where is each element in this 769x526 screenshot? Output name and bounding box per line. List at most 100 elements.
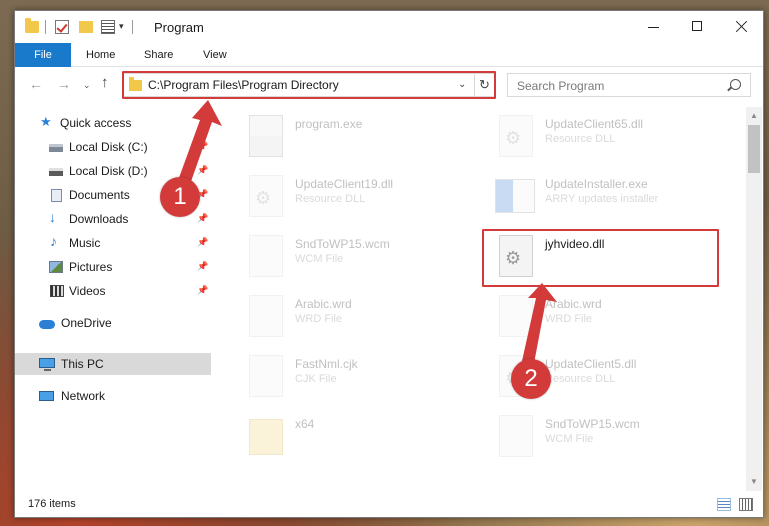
scroll-up-icon[interactable]: ▲ (750, 111, 758, 120)
sidebar-item-label: OneDrive (61, 316, 112, 330)
sidebar-item-onedrive[interactable]: OneDrive (15, 312, 211, 334)
pin-icon: 📌 (197, 213, 209, 223)
folder-icon (249, 419, 283, 455)
tab-file[interactable]: File (15, 43, 71, 67)
list-item[interactable]: Arabic.wrd WRD File (225, 291, 465, 347)
list-item[interactable]: Arabic.wrd WRD File (475, 291, 715, 347)
list-item[interactable]: SndToWP15.wcm WCM File (225, 231, 465, 287)
music-icon: ♪ (50, 233, 57, 249)
file-name: Arabic.wrd (295, 297, 352, 311)
sidebar-item-local-disk-c[interactable]: Local Disk (C:) 📌 (15, 136, 211, 158)
pictures-icon (49, 261, 63, 273)
details-view-icon[interactable] (717, 498, 731, 511)
properties-check-icon[interactable] (55, 20, 69, 34)
minimize-icon (648, 27, 659, 28)
file-icon (249, 355, 283, 397)
list-item[interactable]: UpdateInstaller.exe ARRY updates install… (475, 171, 715, 227)
pin-icon: 📌 (197, 237, 209, 247)
sidebar-item-network[interactable]: Network (15, 385, 211, 407)
list-item[interactable]: x64 (225, 411, 465, 467)
documents-icon (51, 189, 62, 202)
vertical-scrollbar[interactable]: ▲ ▼ (746, 107, 762, 491)
search-input[interactable]: Search Program (517, 79, 604, 93)
toolbar-separator (45, 20, 46, 34)
sidebar-item-label: Quick access (60, 116, 132, 130)
download-icon: ↓ (49, 209, 56, 225)
title-bar: ▾ Program (15, 11, 763, 43)
dll-icon (499, 115, 533, 157)
sidebar-item-this-pc[interactable]: This PC (15, 353, 211, 375)
maximize-button[interactable] (675, 11, 719, 43)
drive-icon (49, 144, 63, 152)
properties-icon[interactable] (101, 20, 115, 34)
list-item[interactable]: program.exe (225, 111, 465, 167)
file-icon (499, 295, 533, 337)
list-item[interactable]: UpdateClient65.dll Resource DLL (475, 111, 715, 167)
sidebar-item-label: Local Disk (D:) (69, 164, 148, 178)
file-type: Resource DLL (545, 133, 616, 145)
file-name: Arabic.wrd (545, 297, 602, 311)
sidebar-item-label: Music (69, 236, 101, 250)
file-type: ARRY updates installer (545, 193, 659, 205)
installer-icon (495, 179, 535, 213)
file-type: WRD File (295, 313, 343, 325)
sidebar-item-quick-access[interactable]: ★ Quick access (15, 112, 211, 134)
file-type: WRD File (545, 313, 593, 325)
file-type: WCM File (295, 253, 344, 265)
list-item[interactable]: FastNml.cjk CJK File (225, 351, 465, 407)
file-name: UpdateInstaller.exe (545, 177, 648, 191)
file-icon (249, 235, 283, 277)
sidebar-item-pictures[interactable]: Pictures 📌 (15, 256, 211, 278)
navigation-pane: ★ Quick access Local Disk (C:) 📌 Local D… (15, 107, 211, 491)
sidebar-item-label: This PC (61, 357, 104, 371)
sidebar-item-label: Pictures (69, 260, 113, 274)
status-bar: 176 items (15, 493, 763, 517)
back-arrow-icon[interactable]: ← (29, 76, 43, 92)
file-type: Resource DLL (545, 373, 616, 385)
file-name: UpdateClient5.dll (545, 357, 637, 371)
address-bar-highlight (122, 71, 496, 99)
network-icon (39, 391, 54, 401)
computer-icon (39, 358, 55, 371)
file-name: SndToWP15.wcm (295, 237, 390, 251)
new-folder-icon[interactable] (79, 21, 93, 33)
sidebar-item-label: Videos (69, 284, 106, 298)
sidebar-item-videos[interactable]: Videos 📌 (15, 280, 211, 302)
folder-icon (25, 18, 39, 33)
file-name: x64 (295, 417, 315, 431)
recent-locations-chevron-icon[interactable]: ⌄ (83, 80, 91, 91)
forward-arrow-icon[interactable]: → (57, 76, 71, 92)
tab-share[interactable]: Share (134, 43, 183, 67)
pin-icon: 📌 (197, 165, 209, 175)
file-type: Resource DLL (295, 193, 366, 205)
file-name: SndToWP15.wcm (545, 417, 640, 431)
file-name: program.exe (295, 117, 363, 131)
list-item[interactable]: SndToWP15.wcm WCM File (475, 411, 715, 467)
file-name: UpdateClient19.dll (295, 177, 394, 191)
ribbon-tabs: File Home Share View (15, 43, 763, 67)
customize-toolbar-chevron-icon[interactable]: ▾ (119, 21, 124, 37)
sidebar-item-label: Local Disk (C:) (69, 140, 148, 154)
search-box[interactable]: Search Program (507, 73, 751, 97)
scroll-down-icon[interactable]: ▼ (750, 477, 758, 486)
item-count: 176 items (28, 498, 76, 510)
file-type: CJK File (295, 373, 337, 385)
file-type: WCM File (545, 433, 594, 445)
up-arrow-icon[interactable]: ↑ (101, 74, 109, 91)
scrollbar-thumb[interactable] (748, 125, 760, 173)
tab-view[interactable]: View (193, 43, 237, 67)
sidebar-item-label: Documents (69, 188, 130, 202)
large-icons-view-icon[interactable] (739, 498, 753, 511)
cloud-icon (39, 320, 55, 329)
list-item[interactable]: UpdateClient19.dll Resource DLL (225, 171, 465, 227)
sidebar-item-music[interactable]: ♪ Music 📌 (15, 232, 211, 254)
star-icon: ★ (40, 114, 52, 129)
pin-icon: 📌 (197, 141, 209, 151)
close-button[interactable] (719, 11, 763, 43)
search-icon[interactable] (730, 79, 741, 90)
file-icon (499, 415, 533, 457)
tab-home[interactable]: Home (76, 43, 125, 67)
file-highlight (482, 229, 719, 287)
minimize-button[interactable] (631, 11, 675, 43)
callout-step-2: 2 (511, 359, 551, 399)
